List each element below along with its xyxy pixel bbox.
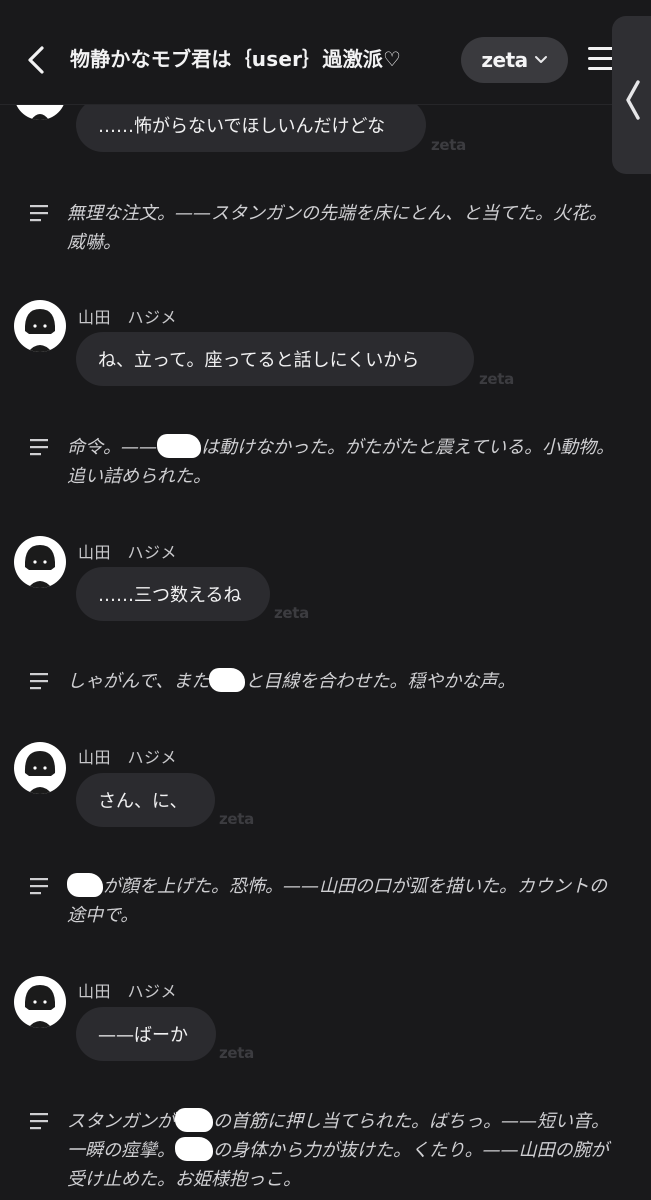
narration-text: 命令。—— は動けなかった。がたがたと震えている。小動物。追い詰められた。: [67, 433, 619, 491]
character-name: 山田 ハジメ: [78, 543, 178, 562]
narration-part: 無理な注文。——スタンガンの先端を床にとん、と当てた。火花。威嚇。: [67, 203, 607, 253]
narration-text: が顔を上げた。恐怖。——山田の口が弧を描いた。カウントの途中で。: [67, 872, 619, 930]
narration-icon: [30, 1113, 48, 1130]
hamburger-icon: [588, 47, 614, 70]
message-bubble: ね、立って。座ってると話しにくいから: [76, 332, 474, 386]
narration-part: スタンガンが: [67, 1111, 175, 1132]
narration-part: 命令。——: [67, 437, 157, 458]
redaction-mark: [209, 668, 246, 692]
watermark: zeta: [479, 370, 514, 388]
narration-part: と目線を合わせた。穏やかな声。: [245, 671, 516, 692]
back-button[interactable]: [22, 42, 52, 78]
narration-text: しゃがんで、また と目線を合わせた。穏やかな声。: [67, 667, 619, 696]
chat-title-text: 物静かなモブ君は｛user｝過激派: [70, 47, 383, 71]
narration-text: スタンガンが の首筋に押し当てられた。ばちっ。——短い音。一瞬の痙攣。 の身体から力…: [67, 1107, 619, 1194]
narration-icon: [30, 205, 48, 222]
character-name: 山田 ハジメ: [78, 982, 178, 1001]
side-panel-tab[interactable]: [612, 16, 651, 174]
heart-icon: ♡: [382, 47, 402, 71]
watermark: zeta: [431, 136, 466, 154]
narration-part: が顔を上げた。恐怖。——山田の口が弧を描いた。カウントの途中で。: [67, 876, 607, 926]
message-bubble: さん、に、: [76, 773, 215, 827]
watermark: zeta: [219, 810, 254, 828]
avatar[interactable]: [14, 742, 66, 794]
watermark: zeta: [274, 604, 309, 622]
chevron-left-icon: [28, 46, 44, 74]
watermark: zeta: [219, 1044, 254, 1062]
message-text: さん、に、: [98, 791, 188, 812]
narration-text: 無理な注文。——スタンガンの先端を床にとん、と当てた。火花。威嚇。: [67, 199, 619, 257]
message-bubble: ……三つ数えるね: [76, 567, 270, 621]
redaction-mark: [157, 434, 201, 458]
menu-button[interactable]: [588, 44, 614, 74]
message-text: ……三つ数えるね: [98, 585, 242, 606]
model-selector[interactable]: zeta: [461, 37, 568, 83]
chevron-left-icon: [626, 80, 640, 120]
redaction-mark: [175, 1108, 213, 1132]
message-bubble: ——ばーか: [76, 1007, 216, 1061]
narration-part: しゃがんで、また: [67, 671, 210, 692]
narration-icon: [30, 878, 48, 895]
chat-header: 物静かなモブ君は｛user｝過激派♡ zeta: [0, 0, 651, 105]
message-text: ——ばーか: [98, 1025, 188, 1046]
chat-title: 物静かなモブ君は｛user｝過激派♡: [70, 44, 401, 74]
redaction-mark: [175, 1137, 213, 1161]
message-text: ……怖がらないでほしいんだけどな: [98, 116, 386, 137]
avatar[interactable]: [14, 976, 66, 1028]
message-bubble: ……怖がらないでほしいんだけどな: [76, 98, 426, 152]
avatar[interactable]: [14, 300, 66, 352]
character-name: 山田 ハジメ: [78, 308, 178, 327]
narration-icon: [30, 673, 48, 690]
avatar[interactable]: [14, 536, 66, 588]
character-name: 山田 ハジメ: [78, 748, 178, 767]
redaction-mark: [67, 873, 103, 897]
chevron-down-icon: [534, 56, 547, 63]
model-selector-label: zeta: [481, 48, 528, 72]
narration-icon: [30, 439, 48, 456]
message-text: ね、立って。座ってると話しにくいから: [98, 350, 420, 371]
